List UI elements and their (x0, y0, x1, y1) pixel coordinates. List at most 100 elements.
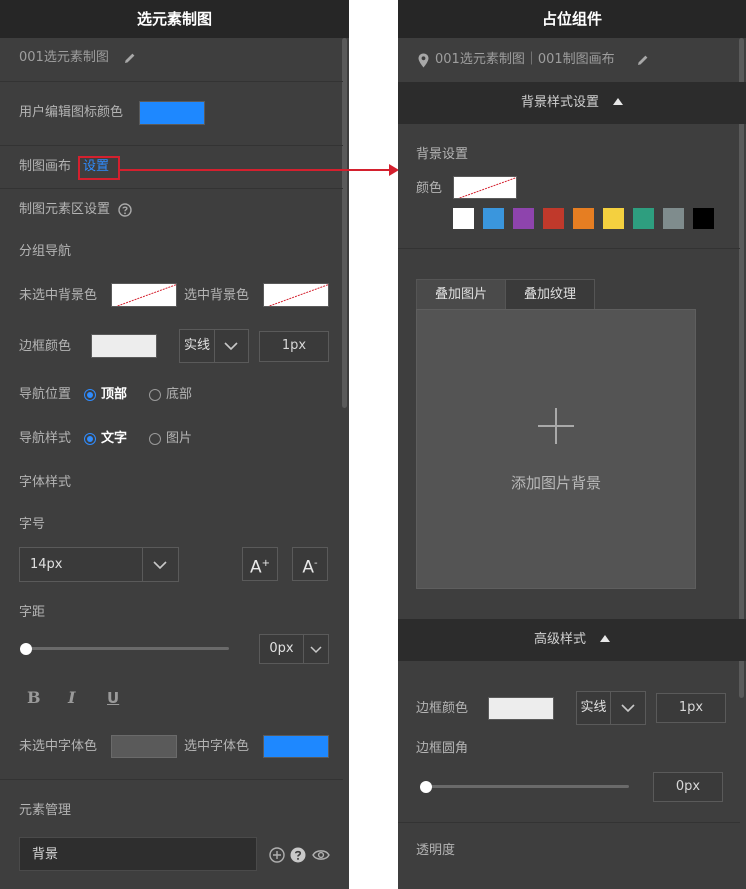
pencil-icon[interactable] (637, 54, 649, 66)
location-pin-icon (418, 53, 429, 68)
border-color-label: 边框颜色 (416, 701, 469, 716)
element-name: 001选元素制图 (19, 50, 109, 65)
unselected-bg-swatch[interactable] (111, 283, 177, 307)
border-color-swatch[interactable] (488, 697, 554, 720)
opacity-label: 透明度 (416, 843, 456, 858)
letter-spacing-slider-track[interactable] (25, 647, 229, 650)
divider (0, 779, 343, 780)
chevron-down-icon (621, 704, 635, 713)
letter-spacing-label: 字距 (19, 605, 46, 620)
divider (398, 248, 740, 249)
add-image-label: 添加图片背景 (510, 474, 601, 492)
letter-spacing-slider-handle[interactable] (20, 643, 32, 655)
color-preset-yellow[interactable] (603, 208, 624, 229)
left-scrollbar[interactable] (342, 38, 347, 408)
user-icon-color-label: 用户编辑图标颜色 (19, 105, 124, 120)
border-color-label: 边框颜色 (19, 339, 72, 354)
color-preset-teal[interactable] (633, 208, 654, 229)
nav-style-text-radio[interactable] (84, 433, 96, 445)
border-width-input[interactable]: 1px (656, 693, 726, 723)
collapse-triangle-icon (613, 98, 623, 105)
tab-overlay-image[interactable]: 叠加图片 (416, 279, 506, 310)
border-style-value: 实线 (180, 330, 215, 362)
canvas-label: 制图画布 (19, 159, 72, 174)
unselected-font-color-label: 未选中字体色 (19, 739, 98, 754)
selected-bg-swatch[interactable] (263, 283, 329, 307)
color-preset-purple[interactable] (513, 208, 534, 229)
help-icon[interactable] (118, 203, 132, 217)
advanced-section-header[interactable]: 高级样式 (398, 619, 746, 661)
right-panel-title: 占位组件 (398, 0, 746, 38)
chevron-down-icon (153, 561, 167, 570)
bg-style-section-title: 背景样式设置 (520, 95, 599, 110)
nav-style-label: 导航样式 (19, 431, 72, 446)
element-area-label: 制图元素区设置 (19, 202, 111, 217)
color-preset-black[interactable] (693, 208, 714, 229)
chevron-down-icon (224, 342, 238, 351)
tab-overlay-texture[interactable]: 叠加纹理 (505, 279, 595, 310)
letter-spacing-select[interactable]: 0px (259, 634, 329, 664)
color-preset-white[interactable] (453, 208, 474, 229)
element-mgmt-label: 元素管理 (19, 803, 72, 818)
canvas-settings-link[interactable]: 设置 (83, 158, 109, 176)
nav-position-bottom-radio[interactable] (149, 389, 161, 401)
eye-icon[interactable] (312, 848, 330, 862)
border-radius-input[interactable]: 0px (653, 772, 723, 802)
group-nav-label: 分组导航 (19, 244, 72, 259)
border-radius-label: 边框圆角 (416, 741, 469, 756)
border-style-select[interactable]: 实线 (576, 691, 646, 725)
divider (0, 81, 343, 82)
chevron-down-icon (310, 646, 322, 654)
nav-position-top-radio[interactable] (84, 389, 96, 401)
add-image-area[interactable]: 添加图片背景 (416, 309, 696, 589)
unselected-font-color-swatch[interactable] (111, 735, 177, 758)
selected-bg-label: 选中背景色 (184, 288, 250, 303)
plus-icon (538, 408, 574, 444)
breadcrumb: 001选元素制图｜001制图画布 (435, 52, 615, 67)
bold-button[interactable]: B (27, 689, 41, 707)
unselected-bg-label: 未选中背景色 (19, 288, 98, 303)
left-panel-title: 选元素制图 (0, 0, 349, 38)
nav-style-image-label[interactable]: 图片 (166, 430, 192, 448)
nav-style-text-label[interactable]: 文字 (101, 430, 127, 448)
font-size-decrease-button[interactable]: A- (292, 547, 328, 581)
add-circle-icon[interactable] (269, 847, 285, 863)
selected-font-color-swatch[interactable] (263, 735, 329, 758)
user-icon-color-swatch[interactable] (139, 101, 205, 125)
nav-position-bottom-label[interactable]: 底部 (166, 386, 192, 404)
bg-style-section-header[interactable]: 背景样式设置 (398, 82, 746, 124)
element-item-input[interactable]: 背景 (19, 837, 257, 871)
underline-button[interactable]: U (107, 689, 119, 707)
border-style-select[interactable]: 实线 (179, 329, 249, 363)
border-color-swatch[interactable] (91, 334, 157, 358)
italic-button[interactable]: I (68, 689, 75, 707)
divider (0, 188, 343, 189)
font-size-label: 字号 (19, 517, 46, 532)
pencil-icon[interactable] (124, 52, 136, 64)
help-circle-icon[interactable] (290, 847, 306, 863)
bg-settings-label: 背景设置 (416, 147, 469, 162)
bg-color-swatch[interactable] (453, 176, 517, 199)
right-placeholder-panel: 占位组件 001选元素制图｜001制图画布 背景样式设置 背景设置 颜色 叠加图… (398, 0, 746, 889)
border-radius-slider-handle[interactable] (420, 781, 432, 793)
border-width-input[interactable]: 1px (259, 331, 329, 362)
color-preset-orange[interactable] (573, 208, 594, 229)
font-size-increase-button[interactable]: A+ (242, 547, 278, 581)
color-preset-gray[interactable] (663, 208, 684, 229)
left-settings-panel: 选元素制图 001选元素制图 用户编辑图标颜色 制图画布 设置 制图元素区设置 … (0, 0, 349, 889)
collapse-triangle-icon (600, 635, 610, 642)
annotation-arrow (120, 164, 399, 176)
border-style-value: 实线 (577, 692, 611, 724)
nav-style-image-radio[interactable] (149, 433, 161, 445)
nav-position-label: 导航位置 (19, 387, 72, 402)
divider (398, 822, 740, 823)
font-size-select[interactable]: 14px (19, 547, 179, 582)
font-size-value: 14px (20, 548, 143, 581)
color-preset-red[interactable] (543, 208, 564, 229)
divider (0, 145, 343, 146)
nav-position-top-label[interactable]: 顶部 (101, 386, 127, 404)
border-radius-slider-track[interactable] (425, 785, 629, 788)
color-preset-blue[interactable] (483, 208, 504, 229)
right-scrollbar[interactable] (739, 38, 744, 698)
color-label: 颜色 (416, 181, 443, 196)
